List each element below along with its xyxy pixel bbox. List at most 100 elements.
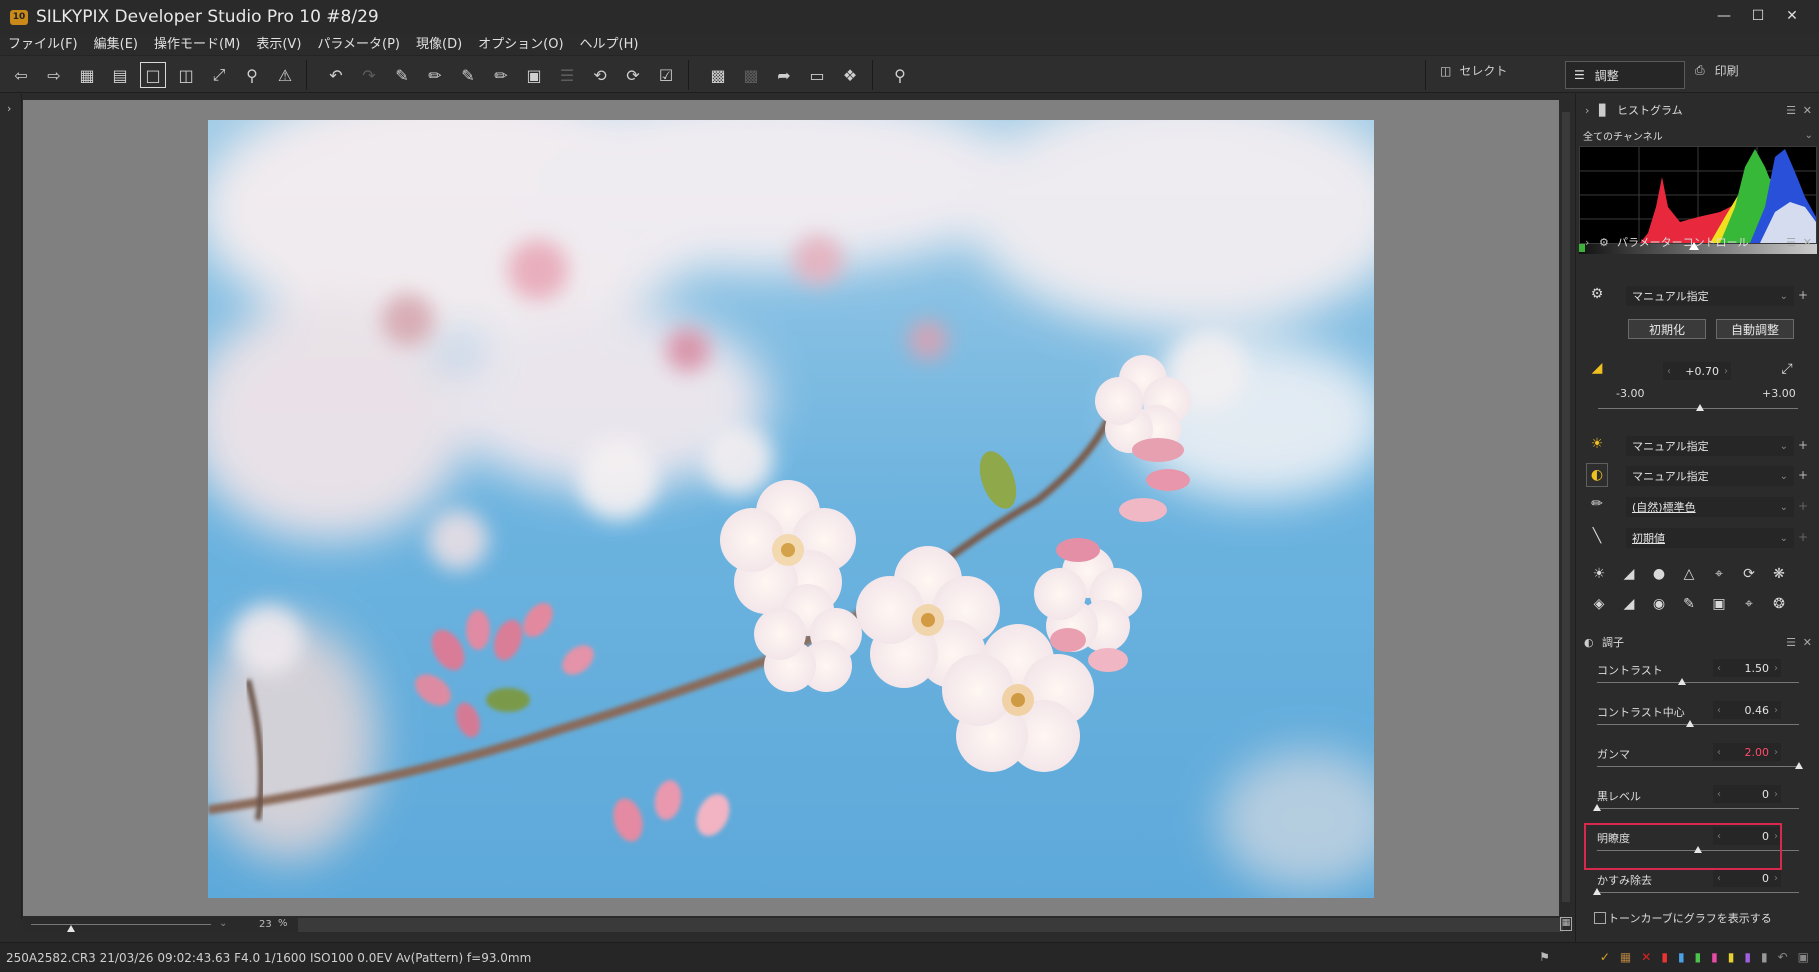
crop-icon[interactable]: ⌖ — [1738, 594, 1760, 614]
panel-close-icon[interactable]: ✕ — [1803, 236, 1812, 249]
saturation-icon[interactable]: ● — [1648, 564, 1670, 584]
exposure-expand-icon[interactable]: ⤢ — [1776, 359, 1798, 379]
label-red-icon[interactable]: ▮ — [1661, 950, 1668, 964]
panel-menu-icon[interactable]: ☰ — [1786, 236, 1796, 249]
crop-area-icon[interactable]: ▣ — [521, 62, 547, 88]
develop-icon[interactable]: ▩ — [705, 62, 731, 88]
tone-panel-header[interactable]: ◐ 調子 ☰ ✕ — [1576, 630, 1819, 654]
contrast-center-slider-thumb[interactable] — [1685, 720, 1694, 727]
navigator-icon[interactable]: ▦ — [1560, 917, 1572, 931]
menu-help[interactable]: ヘルプ(H) — [572, 33, 647, 53]
menu-mode[interactable]: 操作モード(M) — [146, 33, 248, 53]
reject-icon[interactable]: ✕ — [1641, 950, 1651, 964]
distortion-icon[interactable]: ⌖ — [1708, 564, 1730, 584]
preset-select[interactable]: マニュアル指定 ⌄ — [1626, 286, 1794, 306]
brightness-tool-icon[interactable]: ☀ — [1588, 564, 1610, 584]
rotate-right-icon[interactable]: ⟳ — [620, 62, 646, 88]
mark-check-icon[interactable]: ☑ — [653, 62, 679, 88]
composite-icon[interactable]: ❂ — [1768, 594, 1790, 614]
panel-close-icon[interactable]: ✕ — [1803, 636, 1812, 649]
rotate-tool-icon[interactable]: ⟳ — [1738, 564, 1760, 584]
tone-icon[interactable]: ◐ — [1586, 463, 1608, 487]
gamma-value[interactable]: ‹ 2.00 › — [1713, 743, 1781, 761]
brush-icon[interactable]: ✎ — [1678, 594, 1700, 614]
single-view-icon[interactable]: □ — [140, 62, 166, 88]
zoom-slider-thumb[interactable] — [67, 925, 75, 932]
menu-options[interactable]: オプション(O) — [470, 33, 571, 53]
menu-parameter[interactable]: パラメータ(P) — [309, 33, 408, 53]
zoom-value[interactable]: 23 — [259, 919, 272, 930]
label-purple-icon[interactable]: ▮ — [1744, 950, 1751, 964]
menu-view[interactable]: 表示(V) — [248, 33, 309, 53]
filmstrip-view-icon[interactable]: ▤ — [107, 62, 133, 88]
sharpness-icon[interactable]: ╲ — [1586, 526, 1608, 546]
contrast-slider-track[interactable] — [1597, 682, 1799, 683]
add-preset-icon[interactable]: + — [1798, 288, 1808, 302]
label-green-icon[interactable]: ▮ — [1695, 950, 1702, 964]
label-pink-icon[interactable]: ▮ — [1711, 950, 1718, 964]
prev-image-icon[interactable]: ⇦ — [8, 62, 34, 88]
param-control-header[interactable]: › ⚙ パラメーターコントロール ☰ ✕ — [1576, 230, 1819, 254]
warning-icon[interactable]: ⚠ — [272, 62, 298, 88]
layers-icon[interactable]: ☰ — [554, 62, 580, 88]
hue-icon[interactable]: △ — [1678, 564, 1700, 584]
folder-icon[interactable]: ▦ — [1620, 950, 1631, 964]
mode-select-button[interactable]: ◫ セレクト — [1440, 62, 1507, 79]
sharpness-select[interactable]: 初期値 ⌄ — [1626, 528, 1794, 548]
add-sharpness-icon[interactable]: + — [1798, 530, 1808, 544]
add-wb-icon[interactable]: + — [1798, 438, 1808, 452]
panel-close-icon[interactable]: ✕ — [1803, 104, 1812, 117]
dehaze-value[interactable]: ‹ 0 › — [1713, 869, 1781, 887]
compare-view-icon[interactable]: ◫ — [173, 62, 199, 88]
lock-icon[interactable]: ▣ — [1798, 950, 1809, 964]
menu-file[interactable]: ファイル(F) — [0, 33, 86, 53]
mode-adjust-button[interactable]: ☰ 調整 — [1565, 61, 1685, 89]
spot-removal-icon[interactable]: ▣ — [1708, 594, 1730, 614]
white-balance-icon[interactable]: ☀ — [1586, 434, 1608, 454]
paste-partial-icon[interactable]: ✏ — [488, 62, 514, 88]
label-gray-icon[interactable]: ▮ — [1761, 950, 1768, 964]
reset-button[interactable]: 初期化 — [1628, 319, 1706, 339]
rotate-left-icon[interactable]: ⟲ — [587, 62, 613, 88]
next-image-icon[interactable]: ⇨ — [41, 62, 67, 88]
dehaze-slider-track[interactable] — [1597, 892, 1799, 893]
undo-mark-icon[interactable]: ↶ — [1778, 950, 1788, 964]
show-graph-checkbox[interactable] — [1594, 912, 1606, 924]
close-button[interactable]: ✕ — [1775, 4, 1809, 28]
label-blue-icon[interactable]: ▮ — [1678, 950, 1685, 964]
mode-print-button[interactable]: ⎙ 印刷 — [1695, 62, 1739, 79]
paste-all-icon[interactable]: ✎ — [455, 62, 481, 88]
monitor-icon[interactable]: ▭ — [804, 62, 830, 88]
contrast-slider-thumb[interactable] — [1677, 678, 1686, 685]
exposure-slider-thumb[interactable] — [1696, 404, 1704, 411]
collapse-arrow-icon[interactable]: › — [1585, 236, 1599, 249]
auto-adjust-button[interactable]: 自動調整 — [1716, 319, 1794, 339]
panel-menu-icon[interactable]: ☰ — [1786, 636, 1796, 649]
color-dropper-icon[interactable]: ✏ — [1586, 494, 1608, 514]
add-tone-icon[interactable]: + — [1798, 468, 1808, 482]
zoom-dropdown-icon[interactable]: ⌄ — [219, 918, 227, 929]
tag-icon[interactable]: ⚑ — [1539, 950, 1550, 964]
maximize-button[interactable]: ☐ — [1741, 4, 1775, 28]
collapse-arrow-icon[interactable]: › — [1585, 104, 1599, 117]
color-select[interactable]: (自然)標準色 ⌄ — [1626, 497, 1794, 517]
noise-icon[interactable]: ❋ — [1768, 564, 1790, 584]
exposure-value[interactable]: ‹ +0.70 › — [1663, 362, 1731, 380]
black-level-value[interactable]: ‹ 0 › — [1713, 785, 1781, 803]
black-level-slider-thumb[interactable] — [1593, 804, 1601, 811]
loupe-icon[interactable]: ⚲ — [887, 62, 913, 88]
export-icon[interactable]: ➦ — [771, 62, 797, 88]
vertical-scrollbar[interactable] — [1559, 100, 1573, 916]
wb-select[interactable]: マニュアル指定 ⌄ — [1626, 436, 1794, 456]
add-color-icon[interactable]: + — [1798, 499, 1808, 513]
minimize-button[interactable]: — — [1707, 4, 1741, 28]
thumbnail-grid-icon[interactable]: ▦ — [74, 62, 100, 88]
zoom-icon[interactable]: ⚲ — [239, 62, 265, 88]
fullscreen-icon[interactable]: ⤢ — [206, 62, 232, 88]
contrast-center-value[interactable]: ‹ 0.46 › — [1713, 701, 1781, 719]
develop-all-icon[interactable]: ▩ — [738, 62, 764, 88]
horizontal-scrollbar[interactable] — [298, 918, 1563, 932]
gear-icon[interactable]: ⚙ — [1586, 284, 1608, 304]
gamma-slider-track[interactable] — [1597, 766, 1799, 767]
contrast-center-slider-track[interactable] — [1597, 724, 1799, 725]
